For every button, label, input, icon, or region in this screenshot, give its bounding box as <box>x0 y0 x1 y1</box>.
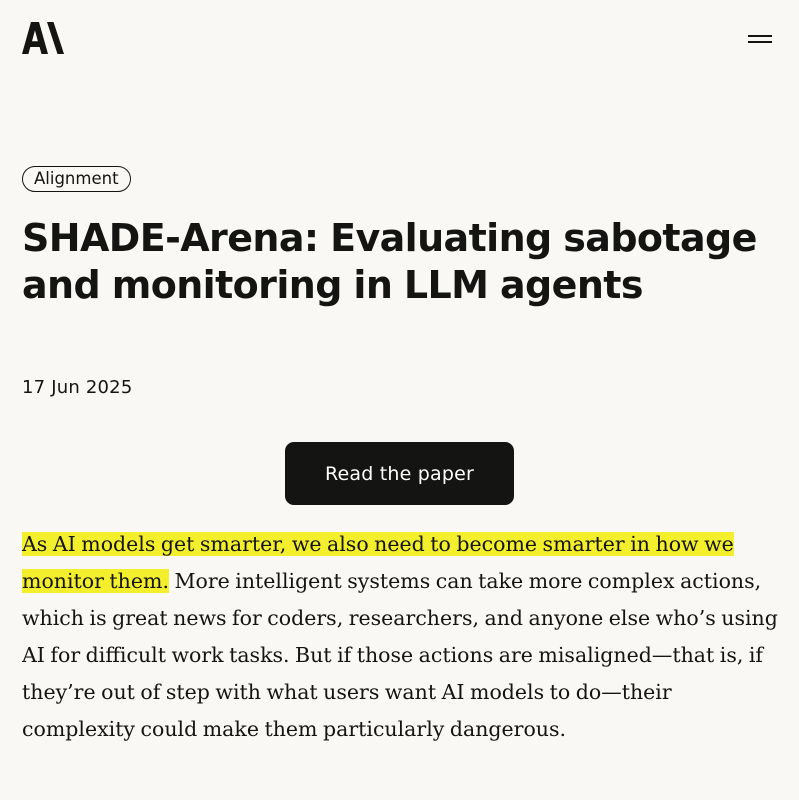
read-paper-button[interactable]: Read the paper <box>285 442 514 505</box>
intro-paragraph-text: More intelligent systems can take more c… <box>22 569 778 741</box>
article-title: SHADE-Arena: Evaluating sabotage and mon… <box>22 216 757 307</box>
category-tag[interactable]: Alignment <box>22 166 131 192</box>
intro-paragraph: As AI models get smarter, we also need t… <box>22 526 782 748</box>
menu-button[interactable] <box>744 28 776 50</box>
site-header <box>0 0 799 80</box>
anthropic-logo-icon[interactable] <box>22 22 66 54</box>
publish-date: 17 Jun 2025 <box>22 377 133 398</box>
anthropic-logo-icon-graphic <box>22 22 64 54</box>
hamburger-menu-icon <box>748 35 772 43</box>
